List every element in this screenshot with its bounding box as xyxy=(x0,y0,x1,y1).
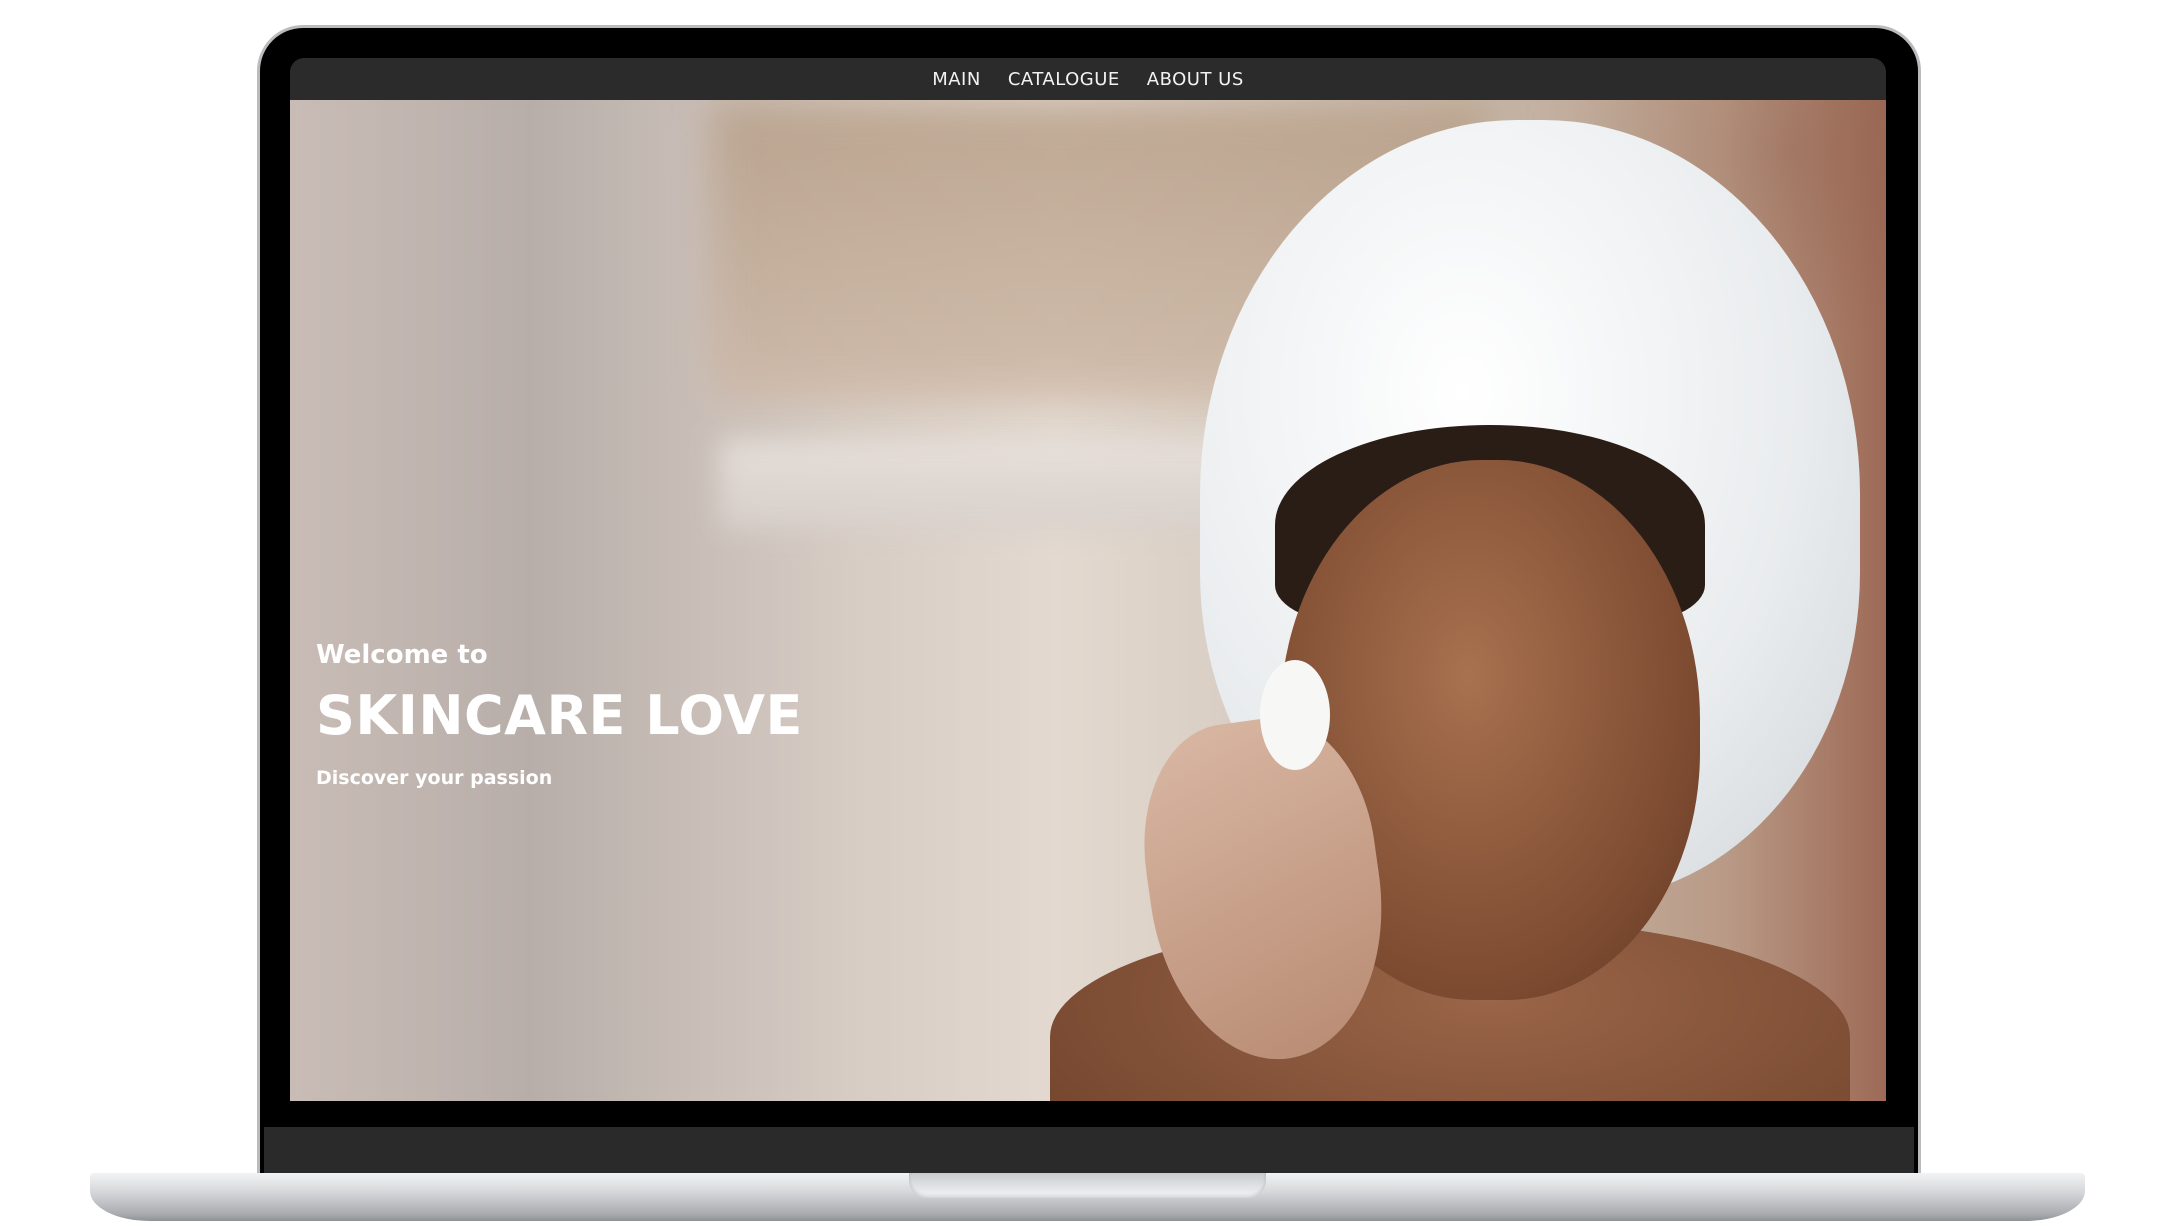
hero-text: Welcome to SKINCARE LOVE Discover your p… xyxy=(316,640,803,789)
hero-subtitle: Discover your passion xyxy=(316,767,553,789)
laptop-bezel-bottom xyxy=(264,1127,1914,1173)
nav-about-us[interactable]: ABOUT US xyxy=(1147,69,1244,90)
nav-main[interactable]: MAIN xyxy=(932,69,981,90)
hero-banner: Welcome to SKINCARE LOVE Discover your p… xyxy=(290,100,1886,1101)
hero-welcome: Welcome to xyxy=(316,640,488,670)
nav-catalogue[interactable]: CATALOGUE xyxy=(1008,69,1120,90)
hero-title: SKINCARE LOVE xyxy=(316,684,803,747)
laptop-notch xyxy=(909,1173,1266,1198)
laptop-screen: MAIN CATALOGUE ABOUT US Welcome to SKINC… xyxy=(290,58,1886,1101)
top-nav: MAIN CATALOGUE ABOUT US xyxy=(290,58,1886,100)
hero-photo-cotton-pad xyxy=(1260,660,1330,770)
